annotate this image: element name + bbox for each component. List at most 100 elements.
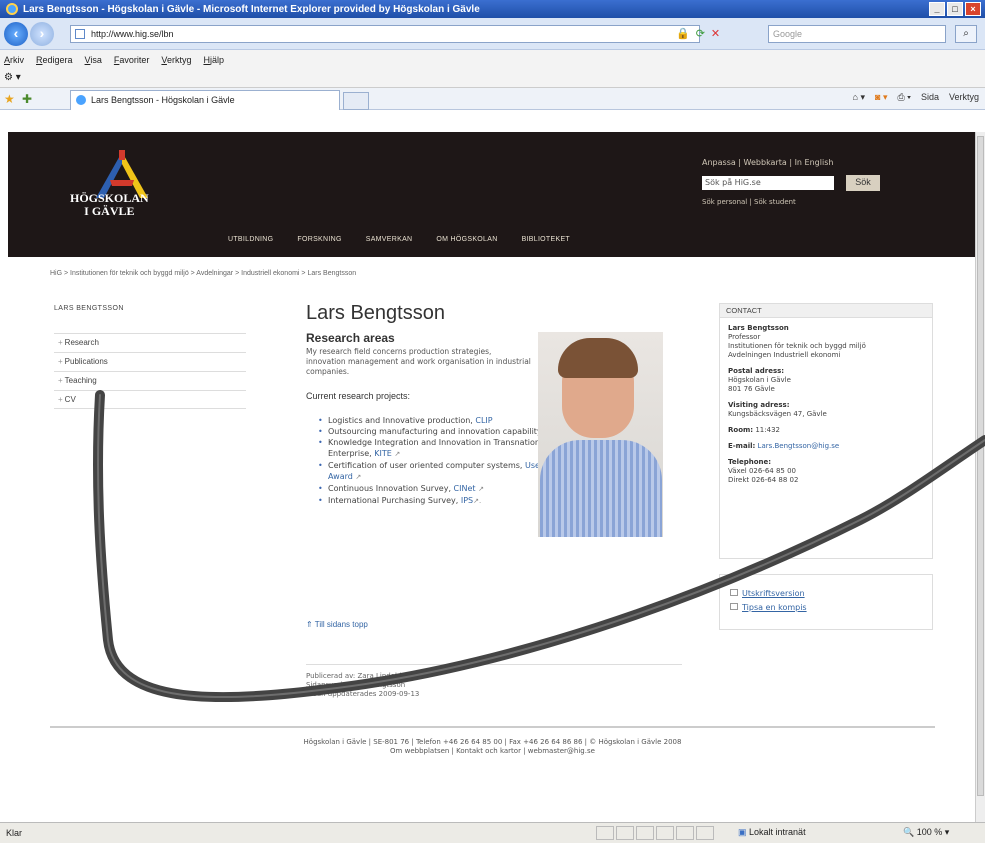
nav-om-hogskolan[interactable]: OM HÖGSKOLAN — [436, 236, 497, 243]
telephone-label: Telephone: — [728, 458, 772, 466]
project-link-ips[interactable]: IPS — [461, 496, 473, 505]
tools-menu[interactable]: Verktyg — [949, 92, 979, 103]
expand-icon: + — [58, 395, 63, 404]
left-nav-item-publications[interactable]: + Publications — [54, 352, 246, 371]
feeds-icon[interactable]: ◙ ▾ — [875, 92, 887, 103]
window-titlebar: Lars Bengtsson - Högskolan i Gävle - Mic… — [0, 0, 985, 18]
menu-visa[interactable]: Visa — [85, 55, 102, 65]
project-text: International Purchasing Survey, — [328, 496, 461, 505]
project-link-clip[interactable]: CLIP — [475, 416, 492, 425]
telephone-direct: Direkt 026-64 88 02 — [728, 476, 799, 484]
page-meta: Publicerad av: Zara Lindahl Sidansvarig:… — [306, 664, 682, 699]
photo-hair — [558, 338, 638, 378]
postal-line-2: 801 76 Gävle — [728, 385, 775, 393]
research-areas-text: My research field concerns production st… — [306, 347, 531, 376]
external-link-icon: ↗. — [473, 497, 482, 505]
left-nav-item-cv[interactable]: + CV — [54, 390, 246, 409]
address-toolbar: ‹ › http://www.hig.se/lbn 🔒 ⟳ ✕ Google ⌕ — [0, 18, 985, 50]
site-search-button[interactable]: Sök — [846, 175, 880, 191]
scrollbar-thumb[interactable] — [977, 136, 984, 796]
minimize-button[interactable]: _ — [929, 2, 945, 16]
list-item: Knowledge Integration and Innovation in … — [318, 437, 548, 460]
to-top-text[interactable]: Till sidans topp — [315, 620, 368, 629]
utility-links[interactable]: Anpassa | Webbkarta | In English — [702, 158, 833, 167]
left-nav-item-teaching[interactable]: + Teaching — [54, 371, 246, 390]
nav-utbildning[interactable]: UTBILDNING — [228, 236, 273, 243]
external-link-icon: ↗ — [394, 450, 401, 458]
maximize-button[interactable]: □ — [947, 2, 963, 16]
back-button[interactable]: ‹ — [4, 22, 28, 46]
arrow-up-icon: ⇑ — [306, 620, 313, 629]
to-top-link[interactable]: ⇑ Till sidans topp — [306, 620, 368, 629]
left-nav-item-research[interactable]: + Research — [54, 333, 246, 352]
contact-role: Professor — [728, 333, 761, 341]
nav-biblioteket[interactable]: BIBLIOTEKET — [522, 236, 570, 243]
new-tab-button[interactable] — [343, 92, 369, 110]
stop-icon[interactable]: ✕ — [711, 27, 720, 40]
project-list: Logistics and Innovative production, CLI… — [318, 415, 548, 507]
menu-arkiv[interactable]: Arkiv — [4, 55, 24, 65]
status-cells — [596, 826, 714, 840]
printer-icon — [730, 589, 738, 596]
security-zone[interactable]: ▣ Lokalt intranät — [738, 827, 806, 838]
browser-search-input[interactable]: Google — [768, 25, 946, 43]
menu-favoriter[interactable]: Favoriter — [114, 55, 150, 65]
left-nav-label: Publications — [64, 357, 108, 366]
logo-text[interactable]: HÖGSKOLAN I GÄVLE — [70, 192, 149, 218]
close-button[interactable]: × — [965, 2, 981, 16]
command-bar: ⌂ ▾ ◙ ▾ ⎙ ▾ Sida Verktyg — [853, 92, 979, 103]
footer-links[interactable]: Om webbplatsen | Kontakt och kartor | we… — [50, 747, 935, 756]
left-nav-label: CV — [64, 395, 76, 404]
menu-redigera[interactable]: Redigera — [36, 55, 73, 65]
status-text: Klar — [6, 828, 23, 838]
project-link-kite[interactable]: KITE — [374, 449, 392, 458]
forward-button[interactable]: › — [30, 22, 54, 46]
published-by: Publicerad av: Zara Lindahl — [306, 672, 402, 680]
print-version-text[interactable]: Utskriftsversion — [742, 589, 805, 598]
print-version-link[interactable]: Utskriftsversion — [730, 587, 922, 601]
list-item: Continuous Innovation Survey, CINet ↗ — [318, 483, 548, 495]
photo-shirt — [540, 440, 662, 537]
zoom-level[interactable]: 🔍 100 % ▾ — [903, 827, 949, 838]
status-bar: Klar ▣ Lokalt intranät 🔍 100 % ▾ — [0, 822, 985, 843]
page-menu[interactable]: Sida — [921, 92, 939, 103]
room-value: 11:432 — [755, 426, 780, 434]
expand-icon: + — [58, 338, 63, 347]
project-link-cinet[interactable]: CINet — [454, 484, 476, 493]
lock-icon[interactable]: 🔒 — [676, 27, 690, 40]
last-updated: Sidan uppdaterades 2009-09-13 — [306, 690, 420, 698]
menu-hjalp[interactable]: Hjälp — [203, 55, 224, 65]
vertical-scrollbar[interactable] — [975, 132, 985, 822]
status-cell — [676, 826, 694, 840]
refresh-icon[interactable]: ⟳ — [696, 27, 705, 40]
print-icon[interactable]: ⎙ ▾ — [897, 92, 910, 103]
nav-forskning[interactable]: FORSKNING — [297, 236, 341, 243]
search-icon[interactable]: ⌕ — [955, 25, 977, 43]
extension-icon[interactable]: ⚙ ▾ — [4, 72, 21, 83]
tip-friend-link[interactable]: Tipsa en kompis — [730, 601, 922, 615]
status-cell — [696, 826, 714, 840]
tab-current[interactable]: Lars Bengtsson - Högskolan i Gävle — [70, 90, 340, 110]
nav-samverkan[interactable]: SAMVERKAN — [366, 236, 413, 243]
ie-logo-icon — [6, 3, 18, 15]
left-nav-label: Research — [64, 338, 99, 347]
site-footer: Högskolan i Gävle | SE-801 76 | Telefon … — [50, 726, 935, 756]
email-link[interactable]: Lars.Bengtsson@hig.se — [758, 442, 840, 450]
tip-friend-text[interactable]: Tipsa en kompis — [742, 603, 807, 612]
add-favorite-icon[interactable]: ✚ — [22, 92, 32, 106]
room-label: Room: — [728, 426, 754, 434]
address-input[interactable]: http://www.hig.se/lbn — [70, 25, 700, 43]
project-text: Outsourcing manufacturing and innovation… — [328, 427, 542, 436]
menu-verktyg[interactable]: Verktyg — [161, 55, 191, 65]
staff-student-search-links[interactable]: Sök personal | Sök student — [702, 198, 796, 206]
postal-line-1: Högskolan i Gävle — [728, 376, 791, 384]
contact-box: CONTACT Lars Bengtsson Professor Institu… — [719, 303, 933, 559]
status-cell — [596, 826, 614, 840]
breadcrumb[interactable]: HiG > Institutionen för teknik och byggd… — [50, 270, 356, 277]
contact-dept: Institutionen för teknik och byggd miljö — [728, 342, 866, 350]
zoom-text: 100 % — [916, 827, 943, 837]
home-icon[interactable]: ⌂ ▾ — [853, 92, 865, 103]
site-search-input[interactable]: Sök på HiG.se — [702, 176, 834, 190]
favorites-star-icon[interactable]: ★ — [4, 92, 15, 106]
page-owner: Sidansvarig: Lars Bengtsson — [306, 681, 406, 689]
